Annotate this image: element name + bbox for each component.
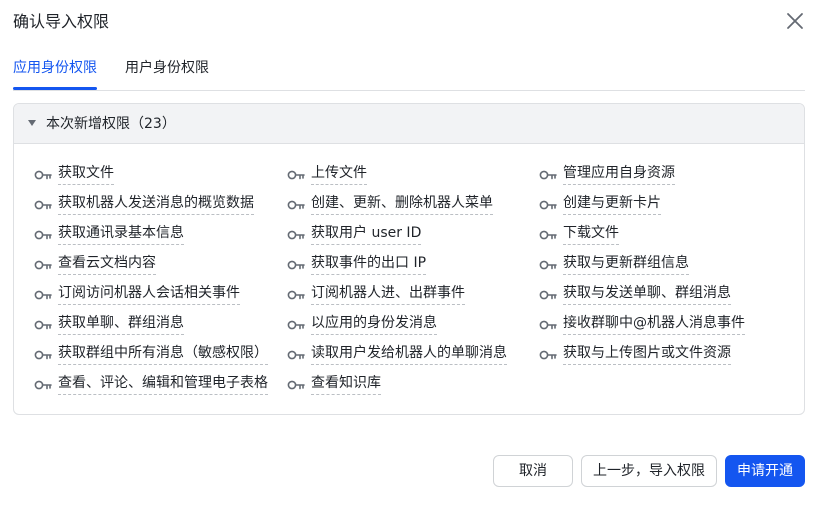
permission-label: 查看云文档内容 bbox=[58, 253, 156, 275]
panel-title: 本次新增权限（23） bbox=[46, 116, 176, 132]
permission-label: 创建与更新卡片 bbox=[563, 193, 661, 215]
permission-label: 获取通讯录基本信息 bbox=[58, 223, 184, 245]
permission-label: 创建、更新、删除机器人菜单 bbox=[311, 193, 493, 215]
permission-label: 获取单聊、群组消息 bbox=[58, 313, 184, 335]
permission-label: 获取与发送单聊、群组消息 bbox=[563, 283, 731, 305]
permission-label: 接收群聊中@机器人消息事件 bbox=[563, 313, 745, 335]
permissions-panel: 本次新增权限（23） 获取文件 上传文件 管理应用自身资源获取机器人发送消息的概览数… bbox=[13, 103, 805, 415]
permission-label: 获取用户 user ID bbox=[311, 223, 422, 245]
key-icon bbox=[34, 257, 52, 271]
key-icon bbox=[539, 227, 557, 241]
permission-label: 以应用的身份发消息 bbox=[311, 313, 437, 335]
key-icon bbox=[287, 287, 305, 301]
import-permissions-dialog: 确认导入权限 应用身份权限 用户身份权限 本次新增权限（23） 获取文件 上传文件… bbox=[0, 0, 820, 506]
key-icon bbox=[34, 287, 52, 301]
permission-label: 查看、评论、编辑和管理电子表格 bbox=[58, 373, 268, 395]
permission-label: 订阅机器人进、出群事件 bbox=[311, 283, 465, 305]
dialog-title: 确认导入权限 bbox=[13, 12, 110, 31]
key-icon bbox=[34, 317, 52, 331]
permission-label: 获取事件的出口 IP bbox=[311, 253, 427, 275]
permission-label: 管理应用自身资源 bbox=[563, 163, 675, 185]
key-icon bbox=[34, 167, 52, 181]
key-icon bbox=[287, 257, 305, 271]
permission-label: 下载文件 bbox=[563, 223, 619, 245]
permission-label: 上传文件 bbox=[311, 163, 367, 185]
permission-label: 获取群组中所有消息（敏感权限） bbox=[58, 343, 268, 365]
permission-label: 订阅访问机器人会话相关事件 bbox=[58, 283, 240, 305]
key-icon bbox=[539, 347, 557, 361]
active-tab-indicator bbox=[13, 87, 97, 90]
key-icon bbox=[34, 377, 52, 391]
key-icon bbox=[539, 257, 557, 271]
key-icon bbox=[287, 167, 305, 181]
close-icon[interactable] bbox=[784, 10, 806, 32]
permission-label: 查看知识库 bbox=[311, 373, 381, 395]
key-icon bbox=[539, 197, 557, 211]
key-icon bbox=[539, 317, 557, 331]
tab-user-identity-permissions[interactable]: 用户身份权限 bbox=[125, 56, 209, 80]
key-icon bbox=[34, 347, 52, 361]
key-icon bbox=[287, 317, 305, 331]
permission-label: 读取用户发给机器人的单聊消息 bbox=[311, 343, 507, 365]
permission-label: 获取机器人发送消息的概览数据 bbox=[58, 193, 254, 215]
cancel-button[interactable]: 取消 bbox=[493, 455, 573, 487]
caret-down-icon bbox=[28, 120, 36, 126]
key-icon bbox=[34, 227, 52, 241]
previous-step-button[interactable]: 上一步，导入权限 bbox=[581, 455, 717, 487]
key-icon bbox=[539, 287, 557, 301]
key-icon bbox=[287, 197, 305, 211]
apply-button[interactable]: 申请开通 bbox=[725, 455, 805, 487]
key-icon bbox=[287, 347, 305, 361]
permission-label: 获取文件 bbox=[58, 163, 114, 185]
panel-header[interactable]: 本次新增权限（23） bbox=[14, 104, 804, 144]
key-icon bbox=[287, 377, 305, 391]
permission-label: 获取与上传图片或文件资源 bbox=[563, 343, 731, 365]
key-icon bbox=[287, 227, 305, 241]
tab-bar: 应用身份权限 用户身份权限 bbox=[13, 56, 805, 91]
permission-label: 获取与更新群组信息 bbox=[563, 253, 689, 275]
key-icon bbox=[34, 197, 52, 211]
tab-app-identity-permissions[interactable]: 应用身份权限 bbox=[13, 56, 97, 80]
key-icon bbox=[539, 167, 557, 181]
